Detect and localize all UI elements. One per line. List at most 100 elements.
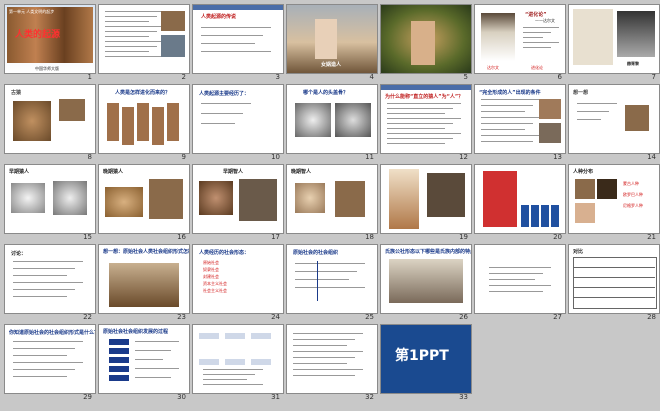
cave-drawing — [389, 259, 463, 303]
slide-thumbnail[interactable]: 对比 — [568, 244, 660, 314]
text-line — [523, 47, 551, 48]
slide-sorter-grid: 人类的起源 第一单元 人类文明的起步 中国华师大版 1 2 人类起源的传说 3 女娲造人 4 5 “… — [4, 4, 660, 407]
cartoon — [573, 9, 613, 65]
text-line — [201, 113, 243, 114]
slide-number: 1 — [87, 73, 92, 81]
slide-title: 人类是怎样进化而来的？ — [115, 90, 171, 96]
slide-thumbnail[interactable]: 晚期猿人 — [98, 164, 190, 234]
list-item: 原始社会 — [203, 260, 219, 265]
text-line — [293, 339, 355, 340]
text-line — [387, 108, 453, 109]
ape-image — [625, 105, 649, 131]
slide-thumbnail[interactable] — [192, 324, 284, 394]
text-line — [13, 296, 67, 297]
slide-thumbnail[interactable]: 人类起源主要经历了： — [192, 84, 284, 154]
slide-thumbnail[interactable]: 人类的起源 第一单元 人类文明的起步 中国华师大版 — [4, 4, 96, 74]
text-line — [201, 103, 251, 104]
slide-cell: 27 — [474, 244, 568, 324]
text-line — [293, 363, 347, 364]
slide-thumbnail[interactable]: 哪个是人的头盖骨？ — [286, 84, 378, 154]
slide-thumbnail[interactable]: 人类起源的传说 — [192, 4, 284, 74]
slide-thumbnail[interactable]: “进化论” ——达尔文 达尔文 进化论 — [474, 4, 566, 74]
text-line — [577, 103, 617, 104]
text-line — [13, 261, 83, 262]
slide-thumbnail[interactable] — [98, 4, 190, 74]
text-line — [13, 289, 75, 290]
table-line — [573, 297, 655, 298]
text-line — [293, 351, 363, 352]
text-line — [105, 56, 165, 57]
slide-thumbnail[interactable] — [474, 244, 566, 314]
slide-thumbnail[interactable]: 原始社会社会组织发展的过程 — [98, 324, 190, 394]
slide-number: 23 — [177, 313, 186, 321]
title-bar — [193, 5, 283, 10]
text-line — [523, 27, 559, 28]
slide-thumbnail[interactable]: 赫胥黎 — [568, 4, 660, 74]
slide-thumbnail[interactable]: 氏族公社形态以下哪些是氏族内部的特点？ — [380, 244, 472, 314]
table-line — [573, 277, 655, 278]
slide-thumbnail[interactable]: 想一想：原始社会人类社会组织形式怎样？ — [98, 244, 190, 314]
slide-thumbnail[interactable] — [380, 4, 472, 74]
slide-thumbnail[interactable]: 人类是怎样进化而来的？ — [98, 84, 190, 154]
slide-number: 33 — [459, 393, 468, 401]
text-line — [13, 268, 75, 269]
athlete-photo — [541, 205, 549, 227]
slide-thumbnail[interactable]: 第1PPT — [380, 324, 472, 394]
title-bar — [381, 85, 471, 90]
slide-cell: “进化论” ——达尔文 达尔文 进化论 6 — [474, 4, 568, 84]
slide-thumbnail[interactable]: 讨论： — [4, 244, 96, 314]
slide-thumbnail[interactable]: 为什么能称“直立的猿人”为“人”？ — [380, 84, 472, 154]
text-line — [105, 36, 149, 37]
slide-number: 26 — [459, 313, 468, 321]
text-line — [387, 113, 445, 114]
list-item: 奴隶社会 — [203, 267, 219, 272]
list-item: 欧罗巴人种 — [623, 192, 643, 197]
slide-thumbnail[interactable]: 古猿 — [4, 84, 96, 154]
text-line — [489, 273, 543, 274]
slide-thumbnail[interactable]: 晚期智人 — [286, 164, 378, 234]
hominid-figure — [122, 107, 134, 145]
list-item: 资本主义社会 — [203, 281, 227, 286]
slide-number: 4 — [369, 73, 374, 81]
slide-thumbnail[interactable] — [474, 164, 566, 234]
tree-node — [199, 333, 219, 339]
photo — [575, 179, 595, 199]
slide-thumbnail[interactable] — [380, 164, 472, 234]
slide-number: 30 — [177, 393, 186, 401]
skull-image — [11, 183, 45, 213]
slide-thumbnail[interactable]: 想一想 — [568, 84, 660, 154]
skull-image — [105, 187, 143, 217]
slide-title: 人类起源主要经历了： — [199, 91, 250, 97]
slide-thumbnail[interactable]: 女娲造人 — [286, 4, 378, 74]
text-line — [387, 128, 445, 129]
slide-thumbnail[interactable]: 人种分布 蒙古人种 欧罗巴人种 尼格罗人种 — [568, 164, 660, 234]
text-line — [13, 362, 83, 363]
tree-node — [251, 359, 271, 365]
slide-footer: 中国华师大版 — [35, 66, 59, 71]
slide-thumbnail[interactable]: 早期猿人 — [4, 164, 96, 234]
slide-thumbnail[interactable]: 早期智人 — [192, 164, 284, 234]
slide-number: 9 — [181, 153, 186, 161]
slide-number: 20 — [553, 233, 562, 241]
text-line — [481, 105, 533, 106]
slide-number: 19 — [459, 233, 468, 241]
slide-thumbnail[interactable]: “完全形成的人”出现的条件 — [474, 84, 566, 154]
hominid-bust — [335, 181, 365, 217]
text-line — [489, 267, 551, 268]
slide-thumbnail[interactable]: 原始社会的社会组织 — [286, 244, 378, 314]
slide-cell: 想一想：原始社会人类社会组织形式怎样？ 23 — [98, 244, 192, 324]
slide-thumbnail[interactable]: 你知道原始社会的社会组织形式是什么？ — [4, 324, 96, 394]
slide-cell: 讨论： 22 — [4, 244, 98, 324]
list-item: 尼格罗人种 — [623, 203, 643, 208]
slide-thumbnail[interactable] — [286, 324, 378, 394]
slide-number: 7 — [651, 73, 656, 81]
text-line — [203, 379, 247, 380]
slide-thumbnail[interactable]: 人类经历的社会形态： 原始社会 奴隶社会 封建社会 资本主义社会 社会主义社会 — [192, 244, 284, 314]
text-line — [293, 375, 355, 376]
table-line — [573, 267, 655, 268]
photo — [539, 99, 561, 119]
slide-number: 11 — [365, 153, 374, 161]
slide-cell: 32 — [286, 324, 380, 404]
text-line — [481, 117, 541, 118]
slide-cell: 女娲造人 4 — [286, 4, 380, 84]
